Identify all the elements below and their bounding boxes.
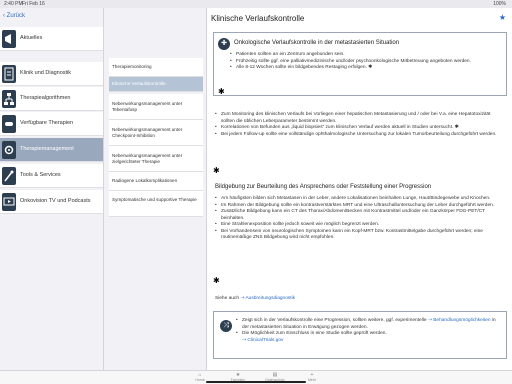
nav-item-klinik[interactable]: Klinik und Diagnostik bbox=[0, 62, 103, 86]
info-box-metastasiert: ✚ Onkologische Verlaufskontrolle in der … bbox=[213, 32, 507, 96]
link-icon: ⇢ bbox=[242, 337, 247, 343]
nav-item-tools[interactable]: Tools & Services bbox=[0, 164, 103, 188]
nav-label: Therapiealgorithmen bbox=[20, 95, 71, 101]
pill-icon bbox=[2, 115, 16, 133]
favorite-star-icon[interactable]: ★ bbox=[499, 13, 506, 22]
nav-item-onkovision[interactable]: Onkovision TV und Podcasts bbox=[0, 190, 103, 214]
footnote-asterisk[interactable]: ✱ bbox=[218, 87, 225, 96]
info-box-list: Patienten sollten an ein Zentrum angebun… bbox=[230, 52, 500, 72]
nav-label: Onkovision TV und Podcasts bbox=[20, 198, 91, 204]
hospital-icon: ✚ bbox=[218, 38, 230, 50]
list-item: Zusätzliche Bildgebung kann ein CT des T… bbox=[215, 209, 505, 222]
back-button[interactable]: ‹ Zurück bbox=[3, 13, 25, 19]
link-icon: ⇢ bbox=[240, 296, 245, 301]
list-item: Die Möglichkeit zum Einschluss in eine S… bbox=[236, 331, 502, 344]
status-battery: 100% bbox=[493, 1, 506, 7]
footnote-asterisk[interactable]: ✱ bbox=[213, 166, 220, 175]
submenu: Therapiemonitoring Klinische Verlaufskon… bbox=[103, 8, 206, 370]
submenu-label: Nebenwirkungsmanagement unter Tebentafus… bbox=[112, 101, 183, 112]
list-item: Zum Monitoring des klinischen Verlaufs b… bbox=[215, 112, 505, 125]
home-indicator[interactable] bbox=[206, 381, 306, 383]
content-pane: Klinische Verlaufskontrolle ★ ✚ Onkologi… bbox=[206, 8, 512, 370]
list-item: Bei Vorhandensein von neurologischen Sym… bbox=[215, 229, 505, 242]
info-box-progression: ⤨ Zeigt sich in der Verlaufskontrolle ei… bbox=[213, 311, 507, 359]
footnote-asterisk[interactable]: ✱ bbox=[213, 276, 220, 285]
submenu-item-zielgerichtet[interactable]: Nebenwirkungsmanagement unter zielgerich… bbox=[109, 146, 203, 172]
page-title: Klinische Verlaufskontrolle bbox=[211, 14, 305, 23]
clipboard-icon bbox=[2, 65, 16, 83]
back-label: Zurück bbox=[6, 13, 26, 19]
submenu-label: Nebenwirkungsmanagement unter zielgerich… bbox=[112, 153, 183, 164]
monitoring-list: Zum Monitoring des klinischen Verlaufs b… bbox=[215, 112, 505, 138]
clinicaltrials-link[interactable]: ClinicalTrials.gov bbox=[247, 338, 283, 343]
gear-icon bbox=[2, 141, 16, 159]
list-item: Zeigt sich in der Verlaufskontrolle eine… bbox=[236, 318, 502, 331]
shuffle-icon: ⤨ bbox=[220, 320, 232, 332]
flowchart-icon bbox=[2, 90, 16, 108]
submenu-item-klinische-verlaufskontrolle[interactable]: Klinische Verlaufskontrolle bbox=[109, 77, 203, 92]
text: Die Möglichkeit zum Einschluss in eine S… bbox=[242, 331, 387, 336]
nav-label: Tools & Services bbox=[20, 172, 61, 178]
submenu-label: Symptomatische und supportive Therapie bbox=[112, 197, 197, 202]
nav-label: Aktuelles bbox=[20, 35, 43, 41]
nav-item-verfuegbare-therapien[interactable]: Verfügbare Therapien bbox=[0, 112, 103, 136]
list-item: Bei jedem Follow-up sollte eine vollstän… bbox=[215, 132, 505, 139]
status-time: 2:40 PM bbox=[4, 1, 23, 7]
list-item: Alle 8-12 Wochen sollte ein bildgebendes… bbox=[230, 65, 500, 72]
submenu-item-checkpoint[interactable]: Nebenwirkungsmanagement unter Checkpoint… bbox=[109, 120, 203, 146]
imaging-list: Am häufigsten bilden sich Metastasen in … bbox=[215, 196, 505, 242]
tv-icon bbox=[2, 193, 16, 211]
status-bar: 2:40 PM Fri Feb 16 100% bbox=[0, 0, 512, 8]
nav-label: Verfügbare Therapien bbox=[20, 120, 74, 126]
submenu-label: Therapiemonitoring bbox=[112, 64, 152, 69]
submenu-item-tebentafusp[interactable]: Nebenwirkungsmanagement unter Tebentafus… bbox=[109, 94, 203, 120]
progression-list: Zeigt sich in der Verlaufskontrolle eine… bbox=[236, 318, 502, 344]
nav-item-therapiealgorithmen[interactable]: Therapiealgorithmen bbox=[0, 87, 103, 111]
submenu-item-radiogene[interactable]: Radiogene Lokalkomplikationen bbox=[109, 172, 203, 191]
treatment-options-link[interactable]: Behandlungsmöglichkeiten bbox=[433, 318, 490, 323]
see-also-link[interactable]: Ausbreitungsdiagnostik bbox=[245, 296, 295, 301]
main-navigation: ‹ Zurück Aktuelles Klinik und Diagnostik… bbox=[0, 8, 103, 370]
status-date: Fri Feb 16 bbox=[22, 1, 45, 7]
nav-label: Therapiemanagement bbox=[20, 146, 74, 152]
section-heading: Bildgebung zur Beurteilung des Anspreche… bbox=[215, 184, 432, 190]
see-also-prefix: Siehe auch bbox=[215, 296, 240, 301]
submenu-label: Klinische Verlaufskontrolle bbox=[112, 81, 166, 86]
megaphone-icon bbox=[2, 30, 16, 48]
submenu-label: Radiogene Lokalkomplikationen bbox=[112, 178, 178, 183]
nav-item-aktuelles[interactable]: Aktuelles bbox=[0, 27, 103, 51]
nav-item-therapiemanagement[interactable]: Therapiemanagement bbox=[0, 138, 103, 162]
text: Zeigt sich in der Verlaufskontrolle eine… bbox=[242, 318, 427, 323]
link-icon: ⇢ bbox=[427, 318, 432, 323]
tools-icon bbox=[2, 167, 16, 185]
nav-label: Klinik und Diagnostik bbox=[20, 70, 72, 76]
submenu-label: Nebenwirkungsmanagement unter Checkpoint… bbox=[112, 127, 183, 138]
submenu-item-therapiemonitoring[interactable]: Therapiemonitoring bbox=[109, 58, 203, 77]
see-also: Siehe auch ⇢ Ausbreitungsdiagnostik bbox=[215, 296, 295, 301]
submenu-item-symptomatisch[interactable]: Symptomatische und supportive Therapie bbox=[109, 191, 203, 217]
info-box-title: Onkologische Verlaufskontrolle in der me… bbox=[234, 40, 400, 46]
